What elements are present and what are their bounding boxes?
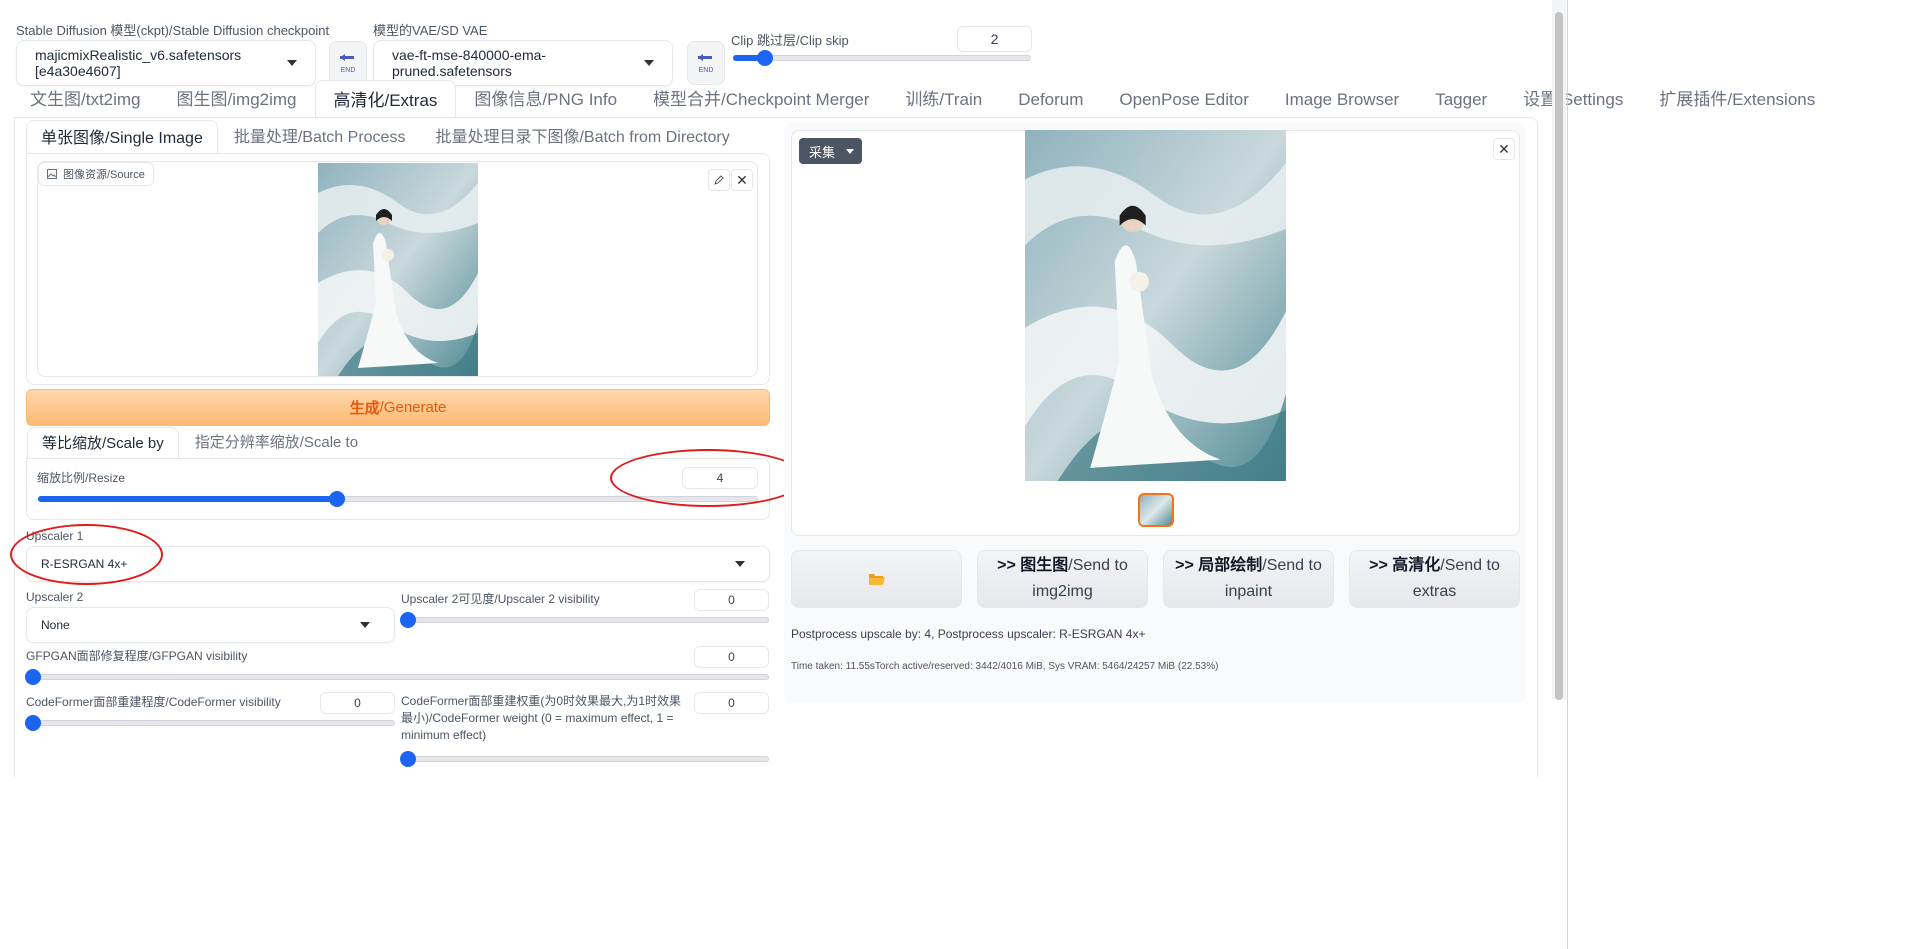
svg-text:END: END	[341, 67, 356, 74]
send-to-img2img-text: >> 图生图/Send to img2img	[978, 553, 1147, 605]
open-folder-button[interactable]	[791, 550, 962, 608]
tab-scale-by[interactable]: 等比缩放/Scale by	[27, 427, 179, 459]
tab-single-image[interactable]: 单张图像/Single Image	[26, 120, 218, 156]
annotation-ellipse-upscaler	[10, 524, 163, 585]
chevron-down-icon	[735, 561, 745, 567]
postprocess-info: Postprocess upscale by: 4, Postprocess u…	[791, 627, 1146, 641]
scale-tabs: 等比缩放/Scale by 指定分辨率缩放/Scale to	[27, 427, 374, 459]
chevron-down-icon	[644, 60, 654, 66]
clip-skip-slider[interactable]	[733, 50, 1031, 66]
send-to-inpaint-button[interactable]: >> 局部绘制/Send to inpaint	[1163, 550, 1334, 608]
send-to-extras-bold: 高清化	[1392, 557, 1441, 574]
chevron-down-icon	[846, 149, 854, 154]
source-label: 图像资源/Source	[63, 169, 145, 181]
checkpoint-value: majicmixRealistic_v6.safetensors [e4a30e…	[35, 47, 242, 79]
tab-train[interactable]: 训练/Train	[887, 80, 1000, 120]
collect-label: 采集	[809, 144, 836, 160]
resize-label: 缩放比例/Resize	[37, 471, 126, 485]
edit-button[interactable]	[708, 169, 730, 191]
vae-label: 模型的VAE/SD VAE	[373, 23, 488, 38]
slider-thumb[interactable]	[25, 669, 41, 685]
slider-thumb[interactable]	[25, 715, 41, 731]
clip-skip-label: Clip 跳过层/Clip skip	[731, 33, 849, 48]
gfpgan-label: GFPGAN面部修复程度/GFPGAN visibility	[26, 649, 248, 663]
time-info: Time taken: 11.55sTorch active/reserved:…	[791, 661, 1219, 672]
tab-tagger[interactable]: Tagger	[1417, 80, 1505, 120]
tab-openpose-editor[interactable]: OpenPose Editor	[1101, 80, 1266, 120]
clip-skip-input[interactable]: 2	[957, 26, 1032, 52]
chevron-down-icon	[287, 60, 297, 66]
page-scrollbar[interactable]	[1552, 0, 1566, 700]
result-image[interactable]	[1025, 130, 1286, 481]
gfpgan-slider[interactable]	[25, 669, 769, 685]
tab-deforum[interactable]: Deforum	[1000, 80, 1101, 120]
tab-image-browser[interactable]: Image Browser	[1267, 80, 1417, 120]
folder-icon	[868, 573, 885, 585]
result-thumbnail[interactable]	[1138, 493, 1174, 527]
slider-thumb[interactable]	[329, 491, 345, 507]
tab-batch-directory[interactable]: 批量处理目录下图像/Batch from Directory	[421, 120, 743, 156]
gfpgan-input[interactable]: 0	[694, 646, 769, 668]
upscaler2-visibility-input[interactable]: 0	[694, 589, 769, 611]
upscaler2-label: Upscaler 2	[26, 590, 84, 604]
send-to-inpaint-bold: 局部绘制	[1198, 557, 1263, 574]
close-gallery-button[interactable]: ✕	[1493, 138, 1515, 160]
collect-dropdown[interactable]: 采集	[799, 138, 862, 164]
send-to-inpaint-text: >> 局部绘制/Send to inpaint	[1164, 553, 1333, 605]
source-image	[318, 163, 478, 376]
window-edge	[1567, 0, 1568, 949]
image-icon	[47, 169, 57, 179]
tab-txt2img[interactable]: 文生图/txt2img	[12, 80, 159, 120]
tab-scale-to[interactable]: 指定分辨率缩放/Scale to	[179, 427, 374, 459]
end-icon: END	[698, 54, 714, 74]
clear-image-button[interactable]: ✕	[731, 169, 753, 191]
send-to-img2img-bold: 图生图	[1020, 557, 1069, 574]
tab-img2img[interactable]: 图生图/img2img	[159, 80, 315, 120]
upscaler2-value: None	[41, 618, 70, 632]
close-icon: ✕	[1498, 141, 1510, 157]
codeformer-weight-input[interactable]: 0	[694, 692, 769, 714]
end-icon: END	[340, 54, 356, 74]
codeformer-weight-slider[interactable]	[400, 751, 769, 767]
arrow-text: >>	[997, 557, 1016, 574]
sub-tabs: 单张图像/Single Image 批量处理/Batch Process 批量处…	[26, 120, 744, 156]
svg-text:END: END	[699, 67, 714, 74]
codeformer-visibility-input[interactable]: 0	[320, 692, 395, 714]
slider-thumb[interactable]	[400, 612, 416, 628]
generate-label-cn: 生成	[349, 400, 380, 417]
upscaler2-visibility-slider[interactable]	[400, 612, 769, 628]
send-to-extras-button[interactable]: >> 高清化/Send to extras	[1349, 550, 1520, 608]
slider-thumb[interactable]	[400, 751, 416, 767]
refresh-vae-button[interactable]: END	[687, 41, 725, 85]
pencil-icon	[714, 175, 724, 185]
source-label-badge: 图像资源/Source	[38, 162, 154, 186]
tab-extensions[interactable]: 扩展插件/Extensions	[1641, 80, 1833, 120]
source-image-dropzone[interactable]: 图像资源/Source ✕	[37, 161, 758, 377]
upscaler2-visibility-label: Upscaler 2可见度/Upscaler 2 visibility	[401, 592, 600, 606]
tab-batch-process[interactable]: 批量处理/Batch Process	[218, 120, 422, 156]
tab-settings[interactable]: 设置/Settings	[1505, 80, 1641, 120]
tab-png-info[interactable]: 图像信息/PNG Info	[456, 80, 635, 120]
generate-button[interactable]: 生成/Generate	[26, 389, 770, 426]
send-to-extras-text: >> 高清化/Send to extras	[1350, 553, 1519, 605]
arrow-text: >>	[1369, 557, 1388, 574]
generate-label-en: /Generate	[379, 399, 447, 416]
chevron-down-icon	[360, 622, 370, 628]
vae-value: vae-ft-mse-840000-ema-pruned.safetensors	[392, 47, 547, 79]
tab-extras[interactable]: 高清化/Extras	[314, 80, 457, 120]
arrow-text: >>	[1175, 557, 1194, 574]
codeformer-visibility-label: CodeFormer面部重建程度/CodeFormer visibility	[26, 695, 281, 709]
close-icon: ✕	[736, 172, 748, 188]
codeformer-weight-label: CodeFormer面部重建权重(为0时效果最大,为1时效果最小)/CodeFo…	[401, 694, 682, 742]
annotation-ellipse-resize	[610, 449, 806, 507]
refresh-checkpoint-button[interactable]: END	[329, 41, 367, 85]
checkpoint-label: Stable Diffusion 模型(ckpt)/Stable Diffusi…	[16, 23, 330, 38]
slider-thumb[interactable]	[757, 50, 773, 66]
send-to-img2img-button[interactable]: >> 图生图/Send to img2img	[977, 550, 1148, 608]
upscaler2-select[interactable]: None	[26, 607, 395, 643]
tab-checkpoint-merger[interactable]: 模型合并/Checkpoint Merger	[635, 80, 887, 120]
scrollbar-thumb[interactable]	[1555, 12, 1563, 700]
codeformer-visibility-slider[interactable]	[25, 715, 395, 731]
